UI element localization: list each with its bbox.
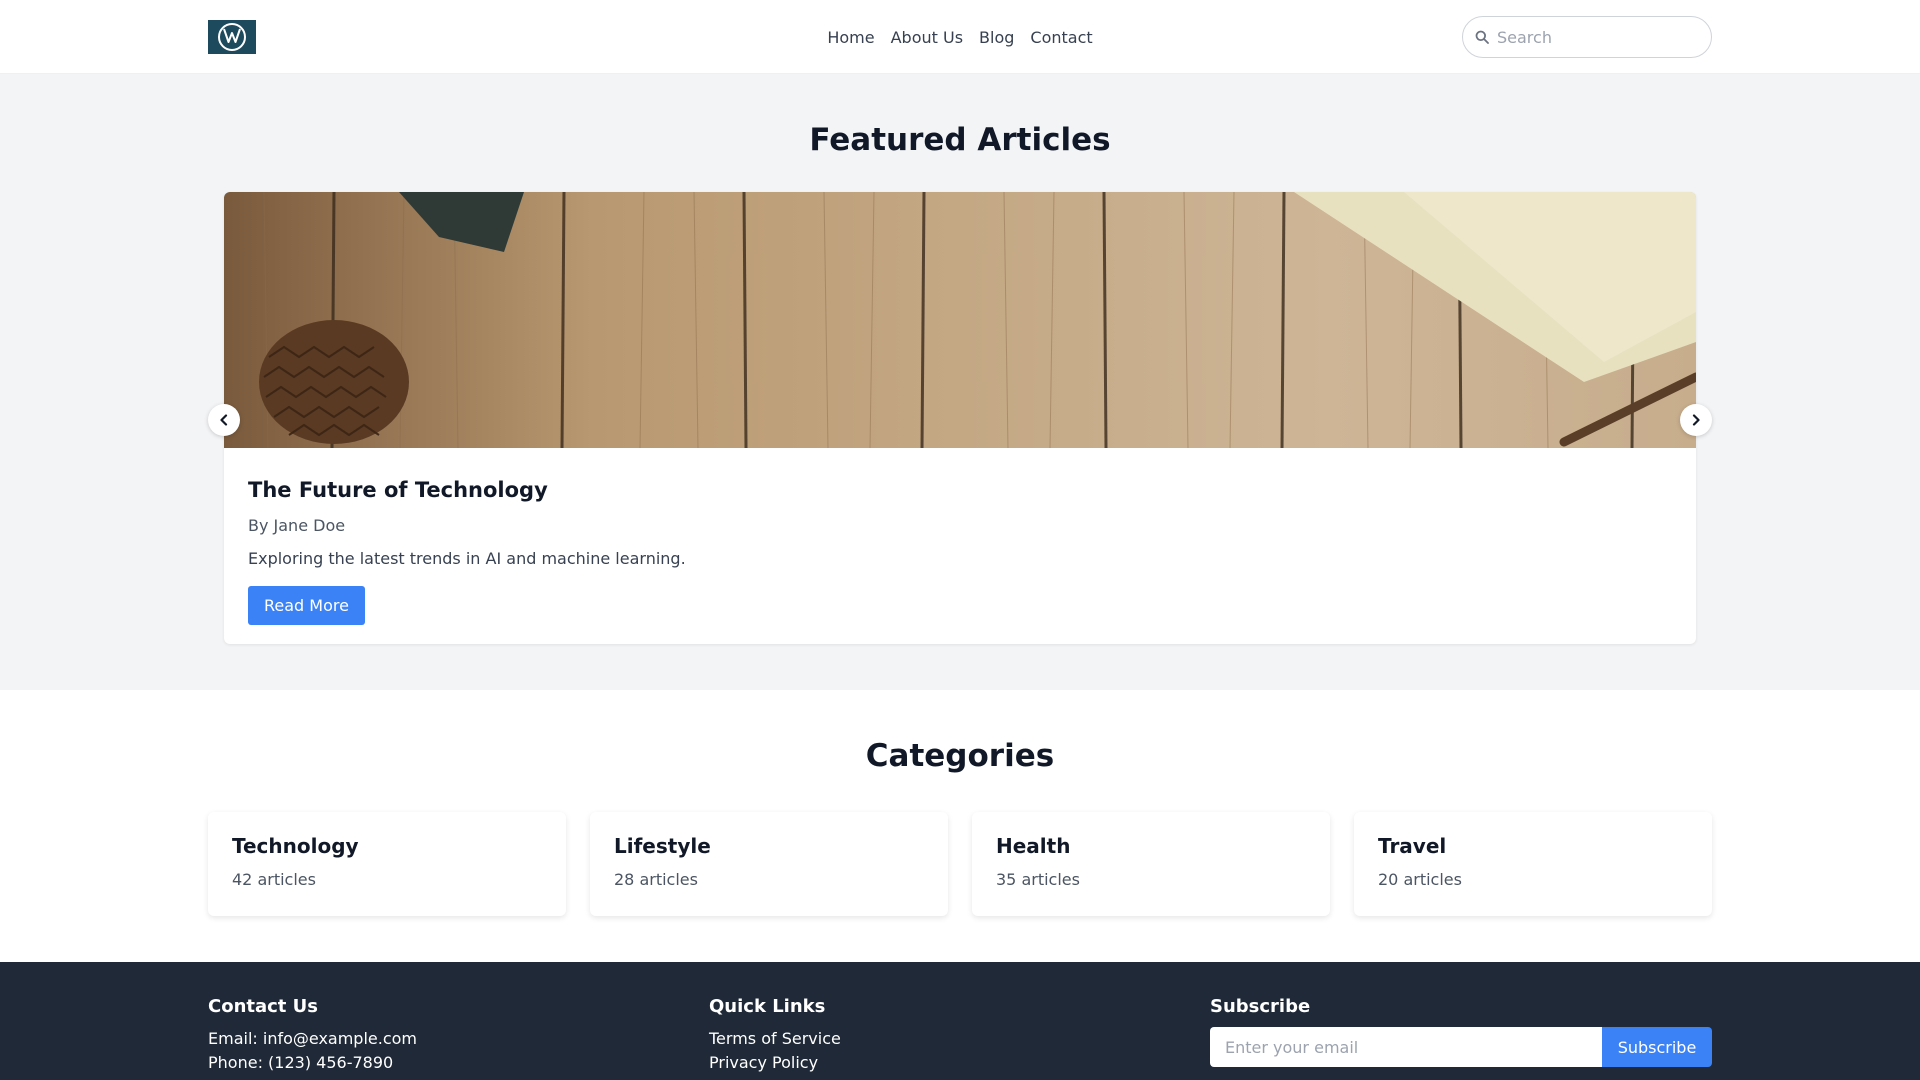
main-nav: Home About Us Blog Contact — [827, 28, 1092, 47]
site-footer: Contact Us Email: info@example.com Phone… — [0, 962, 1920, 1080]
read-more-button[interactable]: Read More — [248, 586, 365, 625]
chevron-left-icon — [220, 414, 228, 426]
category-card-travel[interactable]: Travel 20 articles — [1354, 812, 1712, 916]
category-count: 35 articles — [996, 870, 1080, 889]
categories-section: Categories Technology 42 articles Lifest… — [0, 690, 1920, 962]
article-author: By Jane Doe — [248, 516, 346, 535]
category-name: Health — [996, 834, 1071, 858]
article-body: The Future of Technology By Jane Doe Exp… — [224, 452, 1696, 644]
article-excerpt: Exploring the latest trends in AI and ma… — [248, 549, 686, 568]
footer-contact: Contact Us Email: info@example.com Phone… — [208, 996, 709, 1075]
footer-link-terms[interactable]: Terms of Service — [709, 1027, 1210, 1051]
featured-title: Featured Articles — [809, 122, 1111, 158]
category-count: 20 articles — [1378, 870, 1462, 889]
chevron-right-icon — [1692, 414, 1700, 426]
footer-links-title: Quick Links — [709, 996, 826, 1017]
carousel-prev-button[interactable] — [208, 404, 240, 436]
search-box[interactable] — [1462, 16, 1712, 58]
footer-quick-links: Quick Links Terms of Service Privacy Pol… — [709, 996, 1210, 1075]
site-header: Home About Us Blog Contact — [0, 0, 1920, 74]
category-card-lifestyle[interactable]: Lifestyle 28 articles — [590, 812, 948, 916]
search-icon — [1475, 30, 1489, 44]
category-name: Travel — [1378, 834, 1447, 858]
footer-subscribe-title: Subscribe — [1210, 996, 1311, 1017]
category-count: 42 articles — [232, 870, 316, 889]
footer-contact-title: Contact Us — [208, 996, 319, 1017]
email-field[interactable] — [1210, 1027, 1602, 1067]
categories-title: Categories — [865, 738, 1055, 774]
footer-email: Email: info@example.com — [208, 1029, 417, 1048]
footer-subscribe: Subscribe Subscribe — [1210, 996, 1712, 1075]
nav-about-us[interactable]: About Us — [891, 28, 963, 47]
brand-logo[interactable] — [208, 20, 256, 54]
footer-link-privacy[interactable]: Privacy Policy — [709, 1051, 1210, 1075]
category-card-technology[interactable]: Technology 42 articles — [208, 812, 566, 916]
search-input[interactable] — [1497, 27, 1697, 47]
article-carousel: The Future of Technology By Jane Doe Exp… — [208, 192, 1712, 644]
featured-article-card: The Future of Technology By Jane Doe Exp… — [224, 192, 1696, 644]
article-image — [224, 192, 1696, 449]
category-name: Lifestyle — [614, 834, 711, 858]
category-card-health[interactable]: Health 35 articles — [972, 812, 1330, 916]
category-name: Technology — [232, 834, 359, 858]
nav-blog[interactable]: Blog — [979, 28, 1014, 47]
nav-contact[interactable]: Contact — [1030, 28, 1092, 47]
subscribe-button[interactable]: Subscribe — [1602, 1027, 1712, 1067]
nav-home[interactable]: Home — [827, 28, 874, 47]
article-title[interactable]: The Future of Technology — [248, 478, 1672, 502]
vw-logo-icon — [218, 23, 246, 51]
subscribe-form: Subscribe — [1210, 1027, 1712, 1067]
carousel-next-button[interactable] — [1680, 404, 1712, 436]
category-count: 28 articles — [614, 870, 698, 889]
featured-articles-section: Featured Articles The Future of Technolo… — [0, 74, 1920, 690]
footer-phone: Phone: (123) 456-7890 — [208, 1053, 394, 1072]
category-grid: Technology 42 articles Lifestyle 28 arti… — [208, 812, 1712, 916]
